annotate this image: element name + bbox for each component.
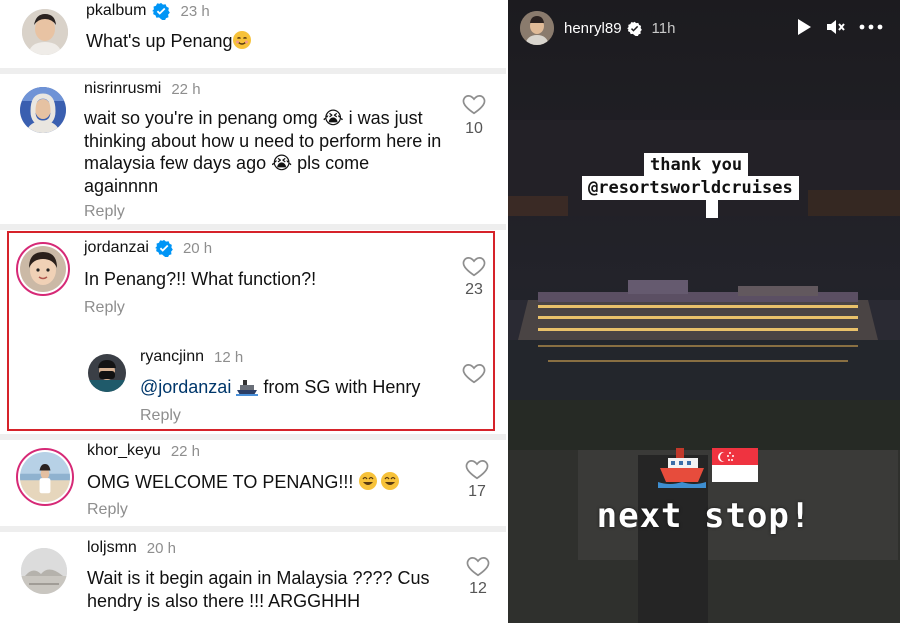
comment-username[interactable]: khor_keyu [87, 442, 161, 460]
woman-avatar [20, 87, 66, 133]
comment-text: OMG WELCOME TO PENANG!!! [87, 471, 402, 497]
like-count: 12 [469, 580, 487, 597]
comment-text-body: What's up Penang [86, 31, 233, 51]
landscape-avatar [21, 548, 67, 594]
verified-badge-icon [152, 2, 171, 20]
grinning-faces-emoji-icon [358, 471, 402, 497]
caption-cursor [706, 200, 718, 218]
comment-text: What's up Penang [86, 30, 251, 53]
ship-emoji-icon [658, 444, 706, 488]
divider [0, 224, 506, 230]
story-time: 11h [651, 19, 676, 37]
comment-username[interactable]: nisrinrusmi [84, 80, 161, 98]
story-caption-line-2: @resortsworldcruises [582, 176, 799, 200]
comment-username[interactable]: pkalbum [86, 2, 146, 20]
divider [0, 526, 506, 532]
comment-text-body: OMG WELCOME TO PENANG!!! [87, 472, 354, 492]
verified-badge-icon [626, 21, 642, 36]
man-avatar [22, 9, 68, 55]
avatar[interactable] [21, 548, 67, 594]
singapore-flag-emoji-icon [712, 448, 758, 492]
comment-time: 22 h [170, 442, 201, 460]
heart-icon[interactable] [465, 553, 491, 579]
heart-icon[interactable] [461, 91, 487, 117]
like-count: 17 [468, 483, 486, 500]
beach-avatar [20, 452, 70, 502]
comment-username[interactable]: loljsmn [87, 539, 137, 557]
more-icon[interactable] [858, 16, 884, 38]
comments-panel: pkalbum 23 h What's up Penang nisrinrusm… [0, 0, 506, 623]
heart-icon[interactable] [464, 456, 490, 482]
comment-text: Wait is it begin again in Malaysia ???? … [87, 568, 430, 611]
divider [0, 434, 506, 440]
comment-time: 23 h [180, 2, 210, 20]
mute-icon[interactable] [824, 16, 846, 38]
avatar[interactable] [520, 11, 554, 45]
story-username[interactable]: henryl89 [564, 20, 622, 37]
reply-button[interactable]: Reply [84, 203, 125, 221]
highlight-box [7, 231, 495, 431]
like-count: 10 [465, 120, 483, 137]
avatar[interactable] [20, 87, 66, 133]
story-bottom-text: next stop! [596, 496, 812, 536]
divider [0, 68, 506, 74]
avatar[interactable] [16, 448, 74, 506]
play-icon[interactable] [792, 16, 814, 38]
smiling-face-emoji-icon [232, 31, 251, 49]
comment-time: 20 h [146, 539, 176, 557]
story-viewer[interactable]: henryl89 11h thank you @resortsworldcrui… [508, 0, 900, 623]
comment-text: wait so you're in penang omg 😭 i was jus… [84, 108, 442, 196]
reply-button[interactable]: Reply [87, 501, 128, 519]
comment-time: 22 h [171, 80, 201, 98]
avatar[interactable] [22, 9, 68, 55]
story-caption-line-1: thank you [644, 153, 749, 177]
